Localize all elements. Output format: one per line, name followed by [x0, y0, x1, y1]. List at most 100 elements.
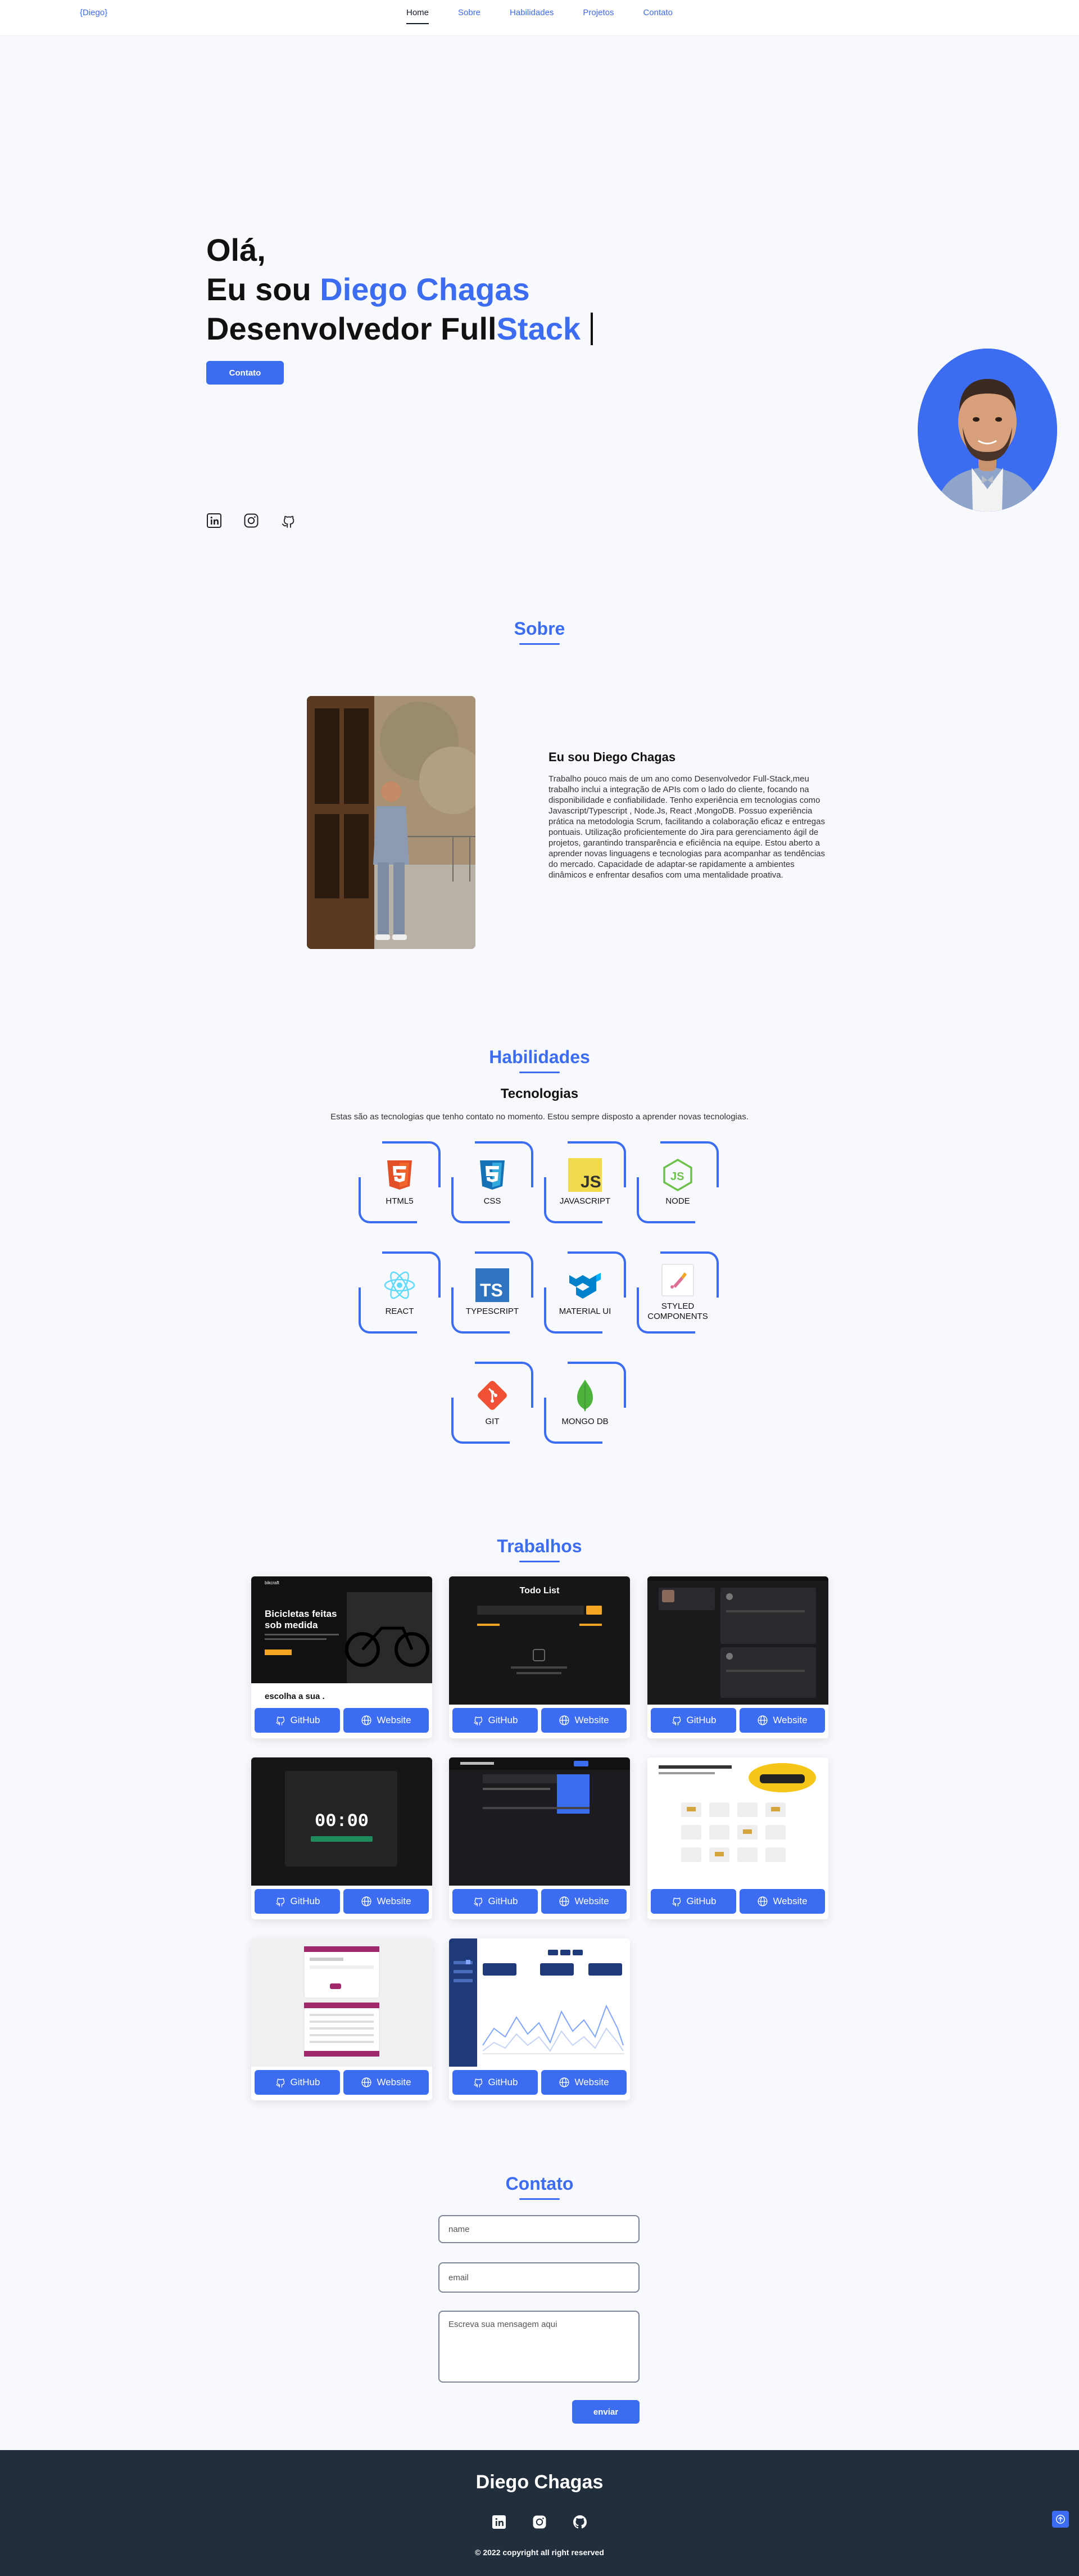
website-button[interactable]: Website	[740, 1889, 825, 1914]
github-button[interactable]: GitHub	[452, 1708, 538, 1733]
globe-icon	[559, 1715, 570, 1725]
nav-link-habilidades[interactable]: Habilidades	[510, 8, 554, 24]
typescript-icon: TS	[475, 1268, 509, 1302]
skill-card-styled-components: STYLED COMPONENTS	[637, 1251, 719, 1334]
github-button[interactable]: GitHub	[452, 1889, 538, 1914]
skill-card-typescript: TS TYPESCRIPT	[451, 1251, 533, 1334]
github-icon	[275, 1897, 284, 1906]
globe-icon	[361, 1715, 372, 1725]
project-buttons: GitHub Website	[452, 1708, 627, 1733]
website-button[interactable]: Website	[541, 1708, 627, 1733]
linkedin-icon[interactable]	[206, 513, 222, 528]
github-button[interactable]: GitHub	[255, 1708, 340, 1733]
github-button[interactable]: GitHub	[452, 2070, 538, 2095]
website-button[interactable]: Website	[541, 2070, 627, 2095]
mongodb-icon	[577, 1380, 593, 1411]
website-button[interactable]: Website	[541, 1889, 627, 1914]
project-buttons: GitHub Website	[255, 2070, 429, 2095]
website-button[interactable]: Website	[343, 1708, 429, 1733]
instagram-icon[interactable]	[243, 513, 259, 528]
hero-contact-button[interactable]: Contato	[206, 361, 284, 385]
project-buttons: GitHub Website	[255, 1708, 429, 1733]
hero-intro: Eu sou Diego Chagas	[206, 270, 593, 309]
section-title-habilidades: Habilidades	[0, 1047, 1079, 1073]
skill-label: REACT	[385, 1307, 414, 1316]
top-navbar: {Diego} Home Sobre Habilidades Projetos …	[0, 0, 1079, 36]
skill-card-material-ui: MATERIAL UI	[544, 1251, 626, 1334]
svg-text:Bicicletas feitas: Bicicletas feitas	[265, 1608, 337, 1619]
about-text: Trabalho pouco mais de um ano como Desen…	[548, 774, 826, 880]
nav-link-sobre[interactable]: Sobre	[458, 8, 480, 24]
send-button[interactable]: enviar	[572, 2400, 640, 2424]
website-button[interactable]: Website	[343, 1889, 429, 1914]
about-photo	[307, 696, 475, 949]
section-title-contato: Contato	[0, 2173, 1079, 2200]
hero-intro-prefix: Eu sou	[206, 272, 311, 307]
project-buttons: GitHub Website	[651, 1708, 825, 1733]
github-icon[interactable]	[572, 2514, 588, 2530]
globe-icon	[559, 2077, 570, 2087]
linkedin-icon[interactable]	[491, 2514, 507, 2530]
name-input[interactable]	[438, 2215, 640, 2243]
styled-components-icon	[661, 1264, 694, 1296]
skill-card-react: REACT	[359, 1251, 441, 1334]
github-icon[interactable]	[280, 513, 296, 528]
skill-card-node: JS NODE	[637, 1141, 719, 1223]
svg-text:JS: JS	[670, 1171, 684, 1183]
footer-copyright: © 2022 copyright all right reserved	[475, 2548, 604, 2557]
about-heading: Eu sou Diego Chagas	[548, 750, 676, 764]
website-button[interactable]: Website	[343, 2070, 429, 2095]
github-icon	[473, 1897, 482, 1906]
skill-label: GIT	[485, 1417, 500, 1426]
skill-card-javascript: JS JAVASCRIPT	[544, 1141, 626, 1223]
project-card: GitHub Website	[449, 1938, 630, 2100]
hero-heading: Olá, Eu sou Diego Chagas Desenvolvedor F…	[206, 231, 593, 349]
email-input[interactable]	[438, 2262, 640, 2293]
github-icon	[672, 1897, 681, 1906]
github-button[interactable]: GitHub	[651, 1889, 736, 1914]
message-textarea[interactable]	[438, 2311, 640, 2383]
github-icon	[275, 2078, 284, 2087]
skill-card-css: CSS	[451, 1141, 533, 1223]
hero-social-links	[206, 513, 296, 528]
hero-role-dark: Desenvolvedor Full	[206, 311, 497, 346]
skill-label: MONGO DB	[561, 1417, 609, 1426]
nav-link-contato[interactable]: Contato	[643, 8, 673, 24]
project-card: bikcraft Bicicletas feitas sob medida es…	[251, 1576, 432, 1738]
skill-label: NODE	[665, 1196, 690, 1206]
project-screenshot: bikcraft Bicicletas feitas sob medida es…	[251, 1576, 432, 1705]
scroll-to-top-button[interactable]	[1052, 2511, 1069, 2528]
project-screenshot	[647, 1576, 828, 1705]
github-button[interactable]: GitHub	[255, 2070, 340, 2095]
footer-name: Diego Chagas	[475, 2471, 604, 2493]
section-title-trabalhos: Trabalhos	[0, 1536, 1079, 1562]
skill-label: MATERIAL UI	[559, 1307, 611, 1316]
project-screenshot	[251, 1938, 432, 2067]
globe-icon	[559, 1896, 570, 1906]
github-button[interactable]: GitHub	[651, 1708, 736, 1733]
nav-links: Home Sobre Habilidades Projetos Contato	[0, 8, 1079, 24]
css3-icon	[480, 1160, 505, 1190]
svg-text:escolha a sua .: escolha a sua .	[265, 1692, 325, 1701]
instagram-icon[interactable]	[532, 2514, 547, 2530]
svg-text:sob medida: sob medida	[265, 1620, 318, 1630]
arrow-up-icon	[1056, 2515, 1065, 2524]
nav-link-projetos[interactable]: Projetos	[583, 8, 614, 24]
profile-avatar	[918, 349, 1057, 512]
hero-role-blue: Stack	[496, 311, 581, 346]
material-ui-icon	[569, 1273, 601, 1299]
globe-icon	[361, 2077, 372, 2087]
skills-subtitle: Tecnologias	[500, 1086, 579, 1101]
github-button[interactable]: GitHub	[255, 1889, 340, 1914]
website-button[interactable]: Website	[740, 1708, 825, 1733]
nav-link-home[interactable]: Home	[406, 8, 429, 24]
skill-label: JAVASCRIPT	[559, 1196, 611, 1206]
skills-description: Estas são as tecnologias que tenho conta…	[330, 1112, 749, 1122]
project-card: GitHub Website	[251, 1938, 432, 2100]
project-card: GitHub Website	[647, 1757, 828, 1919]
project-buttons: GitHub Website	[452, 1889, 627, 1914]
project-screenshot: 00:00	[251, 1757, 432, 1886]
globe-icon	[361, 1896, 372, 1906]
skill-label: TYPESCRIPT	[465, 1307, 519, 1316]
svg-text:TS: TS	[480, 1280, 503, 1300]
